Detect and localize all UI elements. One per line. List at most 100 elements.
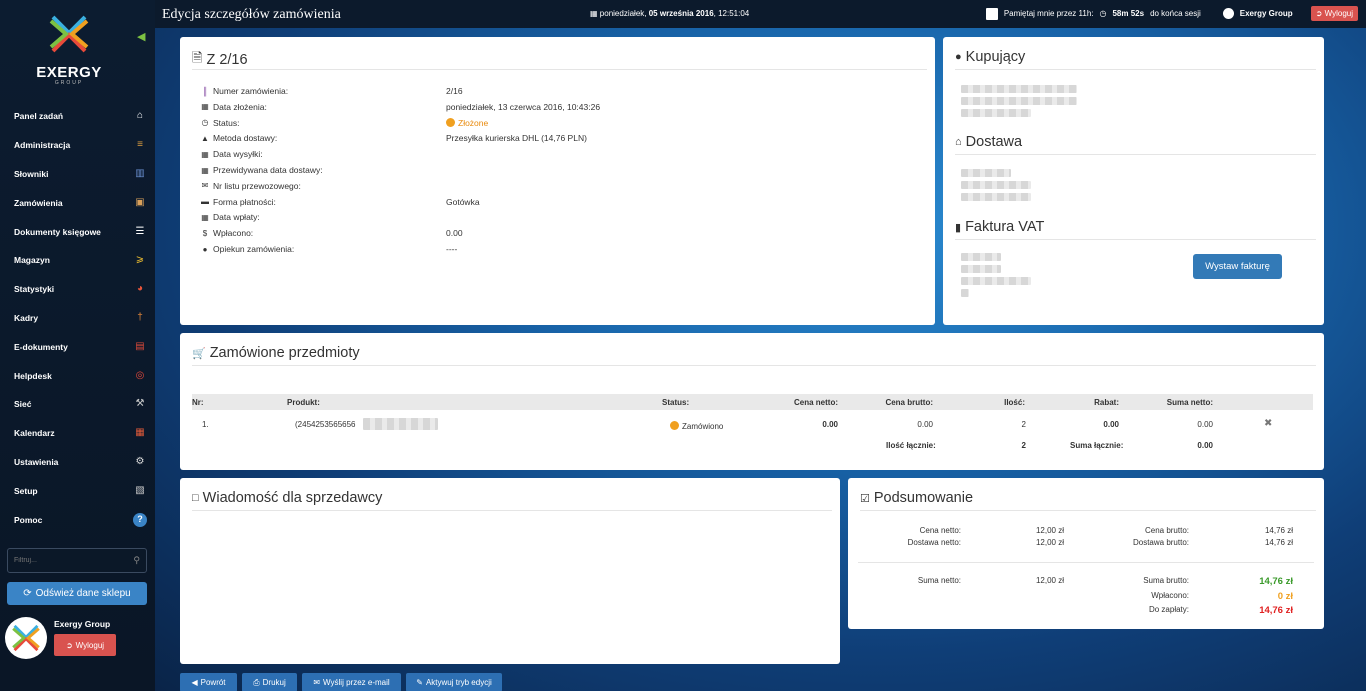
sidebar-logout-button[interactable]: ➲ Wyloguj [54,634,116,656]
sidebar-item-statystyki[interactable]: Statystyki ◕ [0,275,155,304]
invoice-info-blurred [961,253,1001,261]
order-field-value: Złożone [446,117,488,128]
sidebar-item-magazyn[interactable]: Magazyn ⩾ [0,246,155,275]
credit-card-icon: ▬ [201,197,209,207]
ordered-items-panel: 🛒 Zamówione przedmioty Nr: Produkt: Stat… [180,333,1324,470]
sidebar-item-label: Panel zadań [14,111,64,122]
paid-label: Wpłacono: [1151,591,1189,600]
date-prefix: poniedziałek, [599,9,649,18]
message-title-label: Wiadomość dla sprzedawcy [202,490,383,506]
row-qty: 2 [1021,420,1026,429]
sidebar-item-zamówienia[interactable]: Zamówienia ▣ [0,188,155,217]
sidebar-item-pomoc[interactable]: Pomoc? [0,505,155,534]
note-icon: □ [192,492,199,504]
gross-price-value: 14,76 zł [1264,526,1293,535]
company-name[interactable]: Exergy Group [1240,9,1293,18]
sidebar-item-panel-zadań[interactable]: Panel zadań ⌂ [0,102,155,131]
refresh-icon: ⟳ [23,588,32,599]
refresh-label: Odśwież dane sklepu [35,588,131,599]
edit-mode-button[interactable]: ✎ Aktywuj tryb edycji [406,673,502,691]
order-label-text: Metoda dostawy: [213,133,278,144]
check-square-icon: ☑ [860,492,870,505]
sidebar-item-label: Statystyki [14,284,55,295]
sidebar-item-label: Magazyn [14,255,50,266]
company-logo-icon [1222,8,1234,19]
calendar-icon: ▦ [201,102,209,112]
paid-value: 0 zł [1277,591,1293,602]
order-field-label: ▬ Forma płatności: [200,197,276,207]
sidebar-item-ustawienia[interactable]: Ustawienia ⚙ [0,448,155,477]
sidebar-item-dokumenty-księgowe[interactable]: Dokumenty księgowe ☰ [0,217,155,246]
back-label: Powrót [200,678,226,687]
row-gross-price: 0.00 [917,420,933,429]
pdf-icon: ▤ [135,340,145,352]
row-net-sum: 0.00 [1197,420,1213,429]
order-field-value: 0.00 [446,228,463,239]
sidebar-item-administracja[interactable]: Administracja ≡ [0,131,155,160]
send-email-button[interactable]: ✉ Wyślij przez e-mail [302,673,401,691]
sidebar-item-helpdesk[interactable]: Helpdesk ◎ [0,361,155,390]
summary-title: ☑ Podsumowanie [860,490,973,506]
tools-icon: ⚒ [135,398,145,410]
issue-invoice-button[interactable]: Wystaw fakturę [1193,254,1282,279]
sidebar-nav: Panel zadań ⌂ Administracja ≡ Słowniki ▥ Zamów… [0,102,155,534]
pin-icon: † [137,311,143,323]
email-label: Wyślij przez e-mail [323,678,390,687]
calendar-icon: ▦ [201,212,209,222]
sidebar-item-e-dokumenty[interactable]: E-dokumenty ▤ [0,332,155,361]
search-icon[interactable]: ⚲ [133,555,140,566]
order-field-value: Gotówka [446,196,480,207]
message-panel: □ Wiadomość dla sprzedawcy [180,478,840,664]
sidebar-item-label: Kadry [14,312,39,323]
order-title: 🗎 Z 2/16 [192,49,248,71]
remove-item-icon[interactable]: ✖ [1264,418,1272,429]
book-icon: ▥ [135,167,145,179]
road-icon: ▲ [201,133,209,143]
session-time: 58m 52s [1112,9,1145,18]
logout-label: Wyloguj [1324,9,1353,18]
logo[interactable]: EXERGY GROUP [36,14,102,86]
row-product[interactable]: (2454253565656 [295,420,356,429]
order-field-label: ▦ Data wysyłki: [200,149,262,159]
order-field-label: ✉ Nr listu przewozowego: [200,181,301,191]
topbar-logout-button[interactable]: ➲ Wyloguj [1310,6,1358,21]
filter-input[interactable] [14,557,134,564]
col-qty: Ilość: [1004,398,1025,407]
sidebar-item-setup[interactable]: Setup ▧ [0,476,155,505]
back-button[interactable]: ◀ Powrót [180,673,237,691]
buyer-info-blurred [961,85,1077,93]
clock-icon: ◷ [1099,9,1107,18]
sum-gross-value: 14,76 zł [1259,576,1293,587]
box-icon: ▣ [135,196,145,208]
sidebar-item-kadry[interactable]: Kadry † [0,304,155,333]
sidebar-item-kalendarz[interactable]: Kalendarz ▦ [0,419,155,448]
sum-gross-label: Suma brutto: [1143,576,1189,585]
print-button[interactable]: ⎙ Drukuj [242,673,297,691]
refresh-shop-data-button[interactable]: ⟳ Odśwież dane sklepu [7,582,147,605]
order-field-label: ● Opiekun zamówienia: [200,244,295,254]
home-icon: ⌂ [136,110,144,122]
invoice-info-blurred [961,277,1031,285]
logout-icon: ➲ [65,640,73,650]
collapse-sidebar-icon[interactable]: ◀ [137,30,145,43]
order-label-text: Opiekun zamówienia: [213,244,295,254]
lifebuoy-icon: ◎ [135,369,145,381]
calendar-icon: ▦ [201,165,209,175]
order-field-label: ▦ Przewidywana data dostawy: [200,165,322,175]
remember-me-checkbox[interactable] [985,7,998,20]
sum-net-value: 12,00 zł [1035,576,1064,585]
col-product: Produkt: [287,398,320,407]
sidebar-item-sieć[interactable]: Sieć ⚒ [0,390,155,419]
sidebar-item-słowniki[interactable]: Słowniki ▥ [0,160,155,189]
buyer-info-blurred [961,109,1031,117]
sidebar-item-label: E-dokumenty [14,341,68,352]
row-status: Zamówiono [670,421,723,431]
envelope-icon: ✉ [313,678,321,687]
divider [955,239,1316,240]
avatar-logo-icon [12,624,40,652]
order-field-value: 2/16 [446,86,463,96]
sidebar-filter: ⚲ [7,548,147,573]
clock-icon: ◷ [201,118,209,128]
avatar[interactable] [5,617,47,659]
net-price-label: Cena netto: [919,526,961,535]
